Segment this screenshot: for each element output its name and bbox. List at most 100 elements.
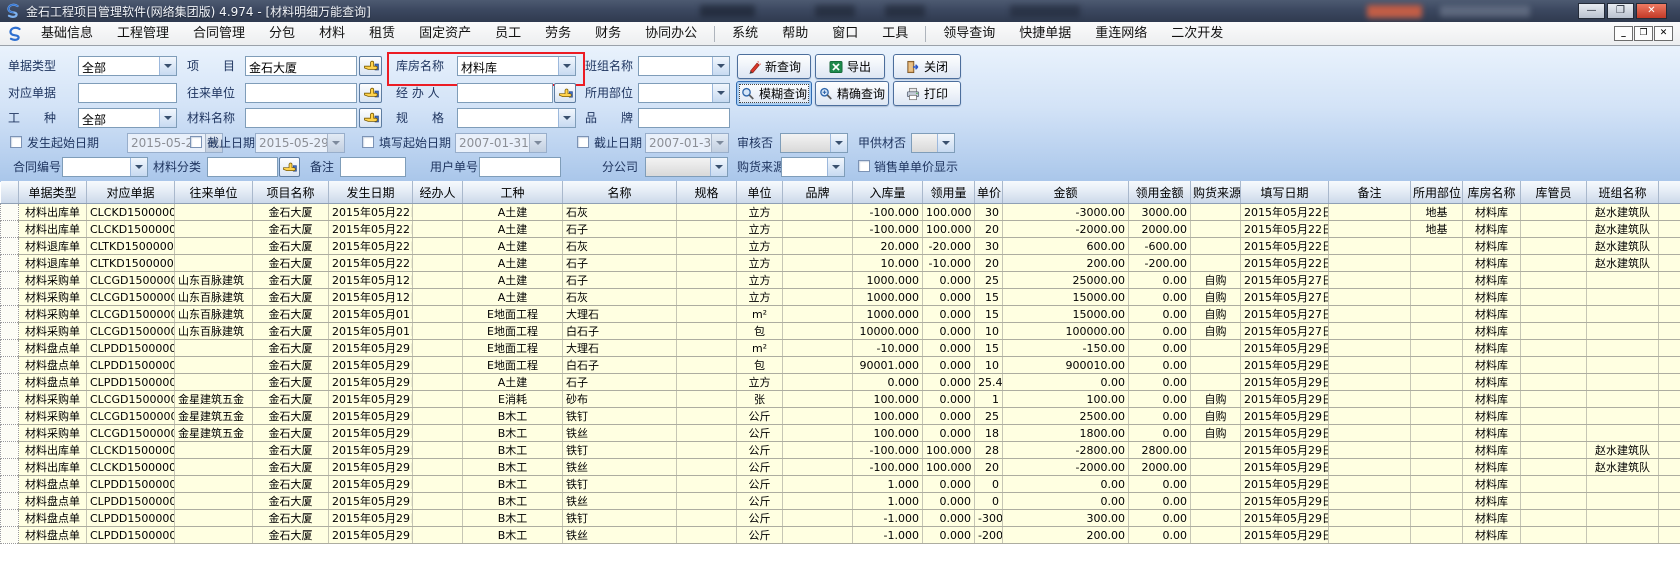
- table-cell[interactable]: 2015年05月29日: [329, 476, 413, 493]
- table-cell[interactable]: [1587, 306, 1659, 323]
- table-cell[interactable]: 自购: [1191, 408, 1241, 425]
- warehouse-select[interactable]: 材料库: [457, 56, 576, 76]
- table-cell[interactable]: [1191, 374, 1241, 391]
- column-header[interactable]: 项目名称: [253, 181, 329, 204]
- table-cell[interactable]: 公斤: [737, 493, 783, 510]
- remark-input[interactable]: [340, 157, 406, 177]
- table-cell[interactable]: 铁丝: [563, 493, 677, 510]
- column-header[interactable]: 单价: [975, 181, 1003, 204]
- table-cell[interactable]: [413, 221, 463, 238]
- table-cell[interactable]: 金石大厦: [253, 374, 329, 391]
- table-cell[interactable]: [1329, 255, 1411, 272]
- table-cell[interactable]: [1411, 425, 1463, 442]
- table-cell[interactable]: A土建: [463, 289, 563, 306]
- table-cell[interactable]: CLCKD150000002: [87, 459, 175, 476]
- table-cell[interactable]: A土建: [463, 255, 563, 272]
- new-query-button[interactable]: 新查询: [737, 54, 811, 79]
- chevron-down-icon[interactable]: [711, 134, 728, 152]
- table-cell[interactable]: CLCKD150000001: [87, 221, 175, 238]
- table-cell[interactable]: 地基: [1411, 221, 1463, 238]
- fill-end-checkbox[interactable]: [577, 136, 589, 148]
- table-cell[interactable]: 2015年05月29日: [1241, 493, 1329, 510]
- table-cell[interactable]: [1411, 306, 1463, 323]
- row-selector[interactable]: [1, 306, 19, 323]
- table-cell[interactable]: 15: [975, 306, 1003, 323]
- table-cell[interactable]: [413, 238, 463, 255]
- table-cell[interactable]: -600.00: [1129, 238, 1191, 255]
- table-cell[interactable]: 0.000: [923, 408, 975, 425]
- table-cell[interactable]: 材料采购单: [19, 408, 87, 425]
- table-cell[interactable]: 2000.00: [1129, 221, 1191, 238]
- table-cell[interactable]: 金石大厦: [253, 425, 329, 442]
- table-cell[interactable]: 15: [975, 289, 1003, 306]
- table-cell[interactable]: 1000.000: [853, 272, 923, 289]
- table-cell[interactable]: 金石大厦: [253, 493, 329, 510]
- table-cell[interactable]: 铁钉: [563, 442, 677, 459]
- table-cell[interactable]: [1411, 374, 1463, 391]
- row-selector[interactable]: [1, 289, 19, 306]
- table-cell[interactable]: 0.00: [1129, 510, 1191, 527]
- column-header[interactable]: 往来单位: [175, 181, 253, 204]
- table-cell[interactable]: 材料库: [1463, 391, 1521, 408]
- table-cell[interactable]: [677, 459, 737, 476]
- table-cell[interactable]: [1411, 476, 1463, 493]
- table-cell[interactable]: CLCKD150000001: [87, 204, 175, 221]
- table-cell[interactable]: 2015年05月29日: [1241, 442, 1329, 459]
- table-cell[interactable]: 赵水建筑队: [1587, 442, 1659, 459]
- table-cell[interactable]: 地基: [1411, 204, 1463, 221]
- table-cell[interactable]: 张: [737, 391, 783, 408]
- menu-item[interactable]: 系统: [720, 23, 770, 45]
- table-cell[interactable]: 1800.00: [1003, 425, 1129, 442]
- table-cell[interactable]: [783, 357, 853, 374]
- table-cell[interactable]: [783, 476, 853, 493]
- table-cell[interactable]: [1191, 459, 1241, 476]
- table-cell[interactable]: -2800.00: [1003, 442, 1129, 459]
- table-cell[interactable]: 公斤: [737, 476, 783, 493]
- table-cell[interactable]: [677, 408, 737, 425]
- table-cell[interactable]: 赵水建筑队: [1587, 459, 1659, 476]
- table-cell[interactable]: 金石大厦: [253, 221, 329, 238]
- table-cell[interactable]: CLPDD150000003: [87, 510, 175, 527]
- table-cell[interactable]: [1521, 408, 1587, 425]
- table-cell[interactable]: B木工: [463, 527, 563, 544]
- table-cell[interactable]: 1.000: [853, 476, 923, 493]
- table-cell[interactable]: 公斤: [737, 442, 783, 459]
- table-cell[interactable]: 白石子: [563, 357, 677, 374]
- table-cell[interactable]: [677, 340, 737, 357]
- column-header[interactable]: 发生日期: [329, 181, 413, 204]
- table-cell[interactable]: 立方: [737, 272, 783, 289]
- table-cell[interactable]: 1000.000: [853, 306, 923, 323]
- table-cell[interactable]: 900010.00: [1003, 357, 1129, 374]
- table-cell[interactable]: 25: [975, 408, 1003, 425]
- table-cell[interactable]: [1587, 374, 1659, 391]
- table-cell[interactable]: CLPDD150000003: [87, 527, 175, 544]
- table-cell[interactable]: E地面工程: [463, 323, 563, 340]
- row-selector[interactable]: [1, 323, 19, 340]
- table-cell[interactable]: [1411, 323, 1463, 340]
- user-bill-no-input[interactable]: [479, 157, 561, 177]
- table-cell[interactable]: A土建: [463, 238, 563, 255]
- table-cell[interactable]: -100.000: [853, 221, 923, 238]
- sales-price-display-checkbox[interactable]: [858, 160, 870, 172]
- table-cell[interactable]: CLCGD150000005: [87, 323, 175, 340]
- table-cell[interactable]: [1411, 493, 1463, 510]
- table-cell[interactable]: [413, 306, 463, 323]
- table-cell[interactable]: [413, 289, 463, 306]
- table-cell[interactable]: [783, 204, 853, 221]
- table-cell[interactable]: 1.000: [853, 493, 923, 510]
- table-cell[interactable]: -100.000: [853, 459, 923, 476]
- column-header[interactable]: 所用部位: [1411, 181, 1463, 204]
- table-cell[interactable]: 公斤: [737, 425, 783, 442]
- table-cell[interactable]: [783, 510, 853, 527]
- table-cell[interactable]: 自购: [1191, 323, 1241, 340]
- table-cell[interactable]: A土建: [463, 374, 563, 391]
- table-cell[interactable]: 10.000: [853, 255, 923, 272]
- row-selector[interactable]: [1, 442, 19, 459]
- table-cell[interactable]: 材料库: [1463, 442, 1521, 459]
- table-cell[interactable]: [1329, 289, 1411, 306]
- table-cell[interactable]: 山东百脉建筑: [175, 323, 253, 340]
- table-cell[interactable]: [413, 272, 463, 289]
- chevron-down-icon[interactable]: [558, 109, 575, 127]
- table-cell[interactable]: [1521, 391, 1587, 408]
- table-cell[interactable]: [413, 442, 463, 459]
